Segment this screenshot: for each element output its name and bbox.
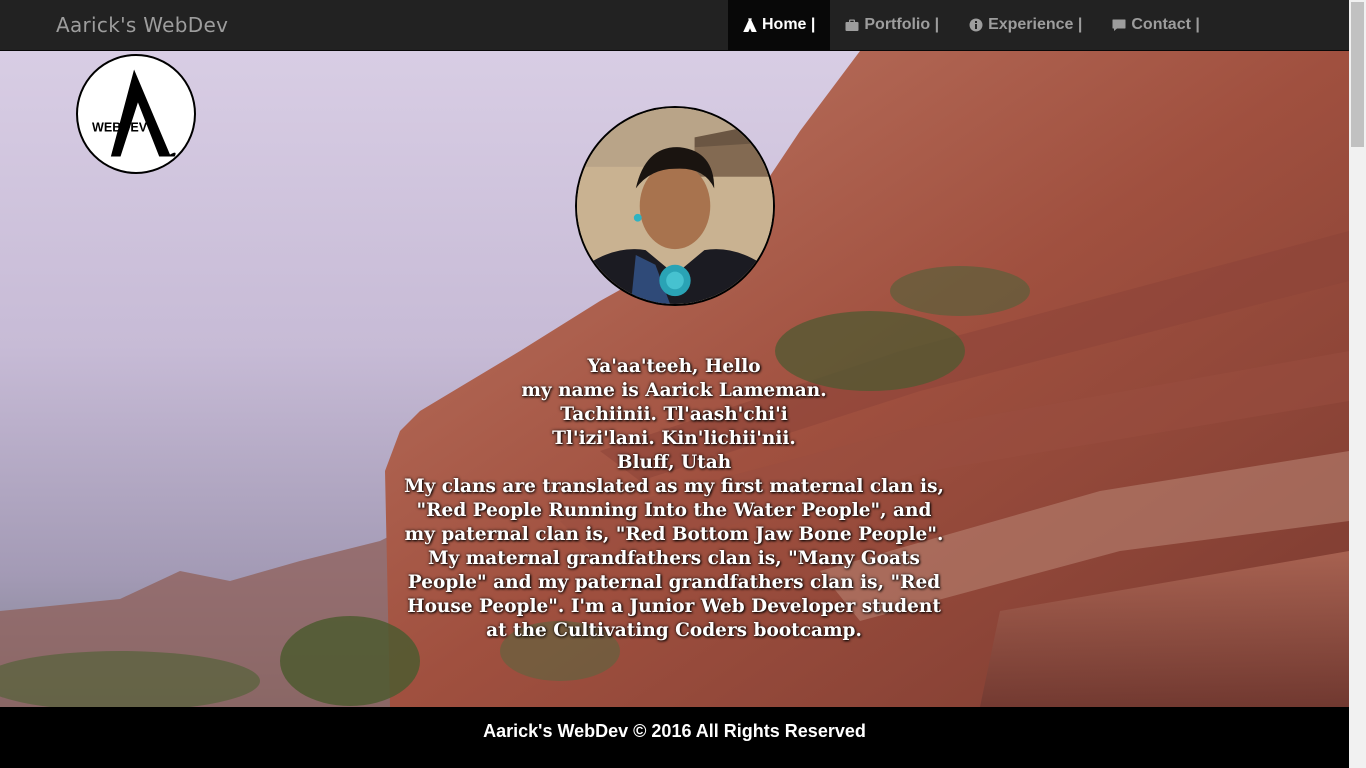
webdev-logo[interactable]: WEBDEV xyxy=(76,54,196,174)
logo-mark-icon: WEBDEV xyxy=(92,69,176,157)
brand-link[interactable]: Aarick's WebDev xyxy=(56,13,228,37)
tipi-icon xyxy=(743,18,757,32)
nav-menu: Home | Portfolio | Experience | Contact … xyxy=(728,0,1215,50)
nav-item-contact[interactable]: Contact | xyxy=(1097,0,1214,50)
intro-line: at the Cultivating Coders bootcamp. xyxy=(486,620,862,641)
nav-item-experience[interactable]: Experience | xyxy=(954,0,1097,50)
intro-line: "Red People Running Into the Water Peopl… xyxy=(416,500,932,521)
navbar: Aarick's WebDev Home | Portfolio | Exper… xyxy=(0,0,1349,51)
nav-item-label: Experience | xyxy=(988,16,1083,33)
intro-line: my name is Aarick Lameman. xyxy=(521,380,827,401)
hero-section: WEBDEV Ya'aa'teeh, Hello my name is Aari… xyxy=(0,51,1349,707)
intro-line: My clans are translated as my first mate… xyxy=(404,476,944,497)
nav-item-home[interactable]: Home | xyxy=(728,0,831,50)
briefcase-icon xyxy=(845,18,859,32)
footer: Aarick's WebDev © 2016 All Rights Reserv… xyxy=(0,707,1349,768)
nav-item-label: Contact | xyxy=(1131,16,1200,33)
intro-line: Tachiinii. Tl'aash'chi'i xyxy=(560,404,788,425)
page-scrollbar[interactable] xyxy=(1349,0,1366,768)
nav-item-label: Home | xyxy=(762,16,816,33)
nav-item-portfolio[interactable]: Portfolio | xyxy=(830,0,954,50)
scrollbar-thumb[interactable] xyxy=(1351,2,1364,147)
intro-line: my paternal clan is, "Red Bottom Jaw Bon… xyxy=(404,524,944,545)
intro-line: Bluff, Utah xyxy=(616,452,732,473)
intro-line: House People". I'm a Junior Web Develope… xyxy=(407,596,941,617)
intro-line: Ya'aa'teeh, Hello xyxy=(587,356,761,377)
profile-photo xyxy=(575,106,775,306)
intro-text: Ya'aa'teeh, Hello my name is Aarick Lame… xyxy=(404,355,944,643)
intro-line: Tl'izi'lani. Kin'lichii'nii. xyxy=(552,428,796,449)
logo-text: WEBDEV xyxy=(92,120,148,134)
intro-line: My maternal grandfathers clan is, "Many … xyxy=(428,548,920,569)
intro-line: People" and my paternal grandfathers cla… xyxy=(407,572,941,593)
info-circle-icon xyxy=(969,18,983,32)
comment-icon xyxy=(1112,18,1126,32)
copyright-text: Aarick's WebDev © 2016 All Rights Reserv… xyxy=(483,721,866,741)
nav-item-label: Portfolio | xyxy=(864,16,940,33)
